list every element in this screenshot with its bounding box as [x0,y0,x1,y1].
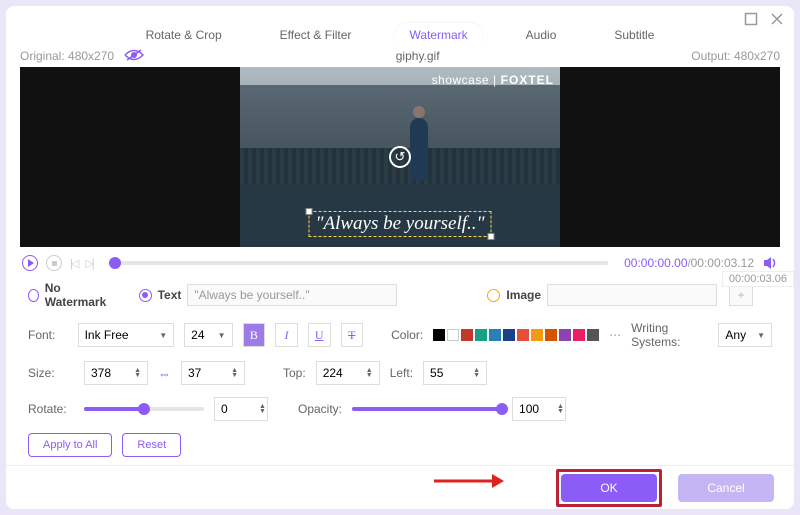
resolution-bar: Original: 480x270 giphy.gif Output: 480x… [6,47,794,65]
color-swatch[interactable] [433,329,445,341]
color-swatch[interactable] [461,329,473,341]
apply-to-all-button[interactable]: Apply to All [28,433,112,457]
tab-rotate-crop[interactable]: Rotate & Crop [132,23,236,47]
color-label: Color: [391,328,423,342]
color-swatches [433,329,599,341]
italic-button[interactable]: I [275,323,298,347]
volume-icon[interactable] [762,255,778,271]
opacity-value-input[interactable]: ▲▼ [512,397,566,421]
bold-button[interactable]: B [243,323,266,347]
writing-systems-select[interactable]: Any▼ [718,323,772,347]
top-label: Top: [283,366,306,380]
color-swatch[interactable] [531,329,543,341]
radio-no-watermark-label: No Watermark [45,281,109,309]
ok-button[interactable]: OK [561,474,657,502]
color-swatch[interactable] [447,329,459,341]
color-swatch[interactable] [559,329,571,341]
width-input[interactable]: ▲▼ [84,361,148,385]
tab-watermark[interactable]: Watermark [395,23,481,47]
broadcast-badge: showcase|FOXTEL [432,73,554,87]
writing-systems-label: Writing Systems: [631,321,708,349]
dialog-footer: OK Cancel [6,465,794,509]
playback-bar: |◁ ▷| 00:00:00.00/00:00:03.12 [6,253,794,273]
font-family-select[interactable]: Ink Free▼ [78,323,175,347]
video-preview[interactable]: showcase|FOXTEL ↺ "Always be yourself.." [240,67,560,247]
watermark-text-input[interactable] [187,284,397,306]
size-label: Size: [28,366,74,380]
reset-button[interactable]: Reset [122,433,181,457]
rotate-value-input[interactable]: ▲▼ [214,397,268,421]
add-image-button[interactable]: + [729,284,753,306]
preview-area: showcase|FOXTEL ↺ "Always be yourself.." [20,67,780,247]
opacity-slider[interactable] [352,407,502,411]
watermark-image-input[interactable] [547,284,717,306]
font-size-select[interactable]: 24▼ [184,323,232,347]
prev-frame-button[interactable]: |◁ [70,257,77,270]
underline-button[interactable]: U [308,323,331,347]
color-swatch[interactable] [545,329,557,341]
color-swatch[interactable] [573,329,585,341]
stop-button[interactable] [46,255,62,271]
tab-bar: Rotate & Crop Effect & Filter Watermark … [6,23,794,47]
refresh-icon[interactable]: ↺ [389,146,411,168]
tab-audio[interactable]: Audio [512,23,571,47]
annotation-highlight: OK [556,469,662,507]
strike-button[interactable]: T [341,323,364,347]
watermark-overlay[interactable]: "Always be yourself.." [309,211,492,237]
original-res-label: Original: 480x270 [20,49,114,63]
tab-effect-filter[interactable]: Effect & Filter [266,23,366,47]
radio-text[interactable] [139,289,152,302]
rotate-label: Rotate: [28,402,74,416]
editor-window: Rotate & Crop Effect & Filter Watermark … [6,6,794,509]
filename: giphy.gif [144,49,691,63]
left-input[interactable]: ▲▼ [423,361,487,385]
next-frame-button[interactable]: ▷| [85,257,92,270]
radio-no-watermark[interactable] [28,289,39,302]
height-input[interactable]: ▲▼ [181,361,245,385]
color-swatch[interactable] [587,329,599,341]
top-input[interactable]: ▲▼ [316,361,380,385]
annotation-arrow-icon [434,471,504,491]
link-aspect-icon[interactable]: ⇔ [158,366,171,381]
tab-subtitle[interactable]: Subtitle [600,23,668,47]
output-res-label: Output: 480x270 [691,49,780,63]
color-swatch[interactable] [503,329,515,341]
timeline-slider[interactable] [109,261,608,265]
radio-image[interactable] [487,289,500,302]
font-label: Font: [28,328,68,342]
color-swatch[interactable] [489,329,501,341]
cancel-button[interactable]: Cancel [678,474,774,502]
radio-text-label: Text [158,288,182,302]
color-swatch[interactable] [517,329,529,341]
radio-image-label: Image [506,288,541,302]
timecode: 00:00:00.00/00:00:03.12 [624,256,754,270]
more-colors-icon[interactable]: ⋯ [609,328,621,342]
watermark-form: 00:00:03.06 No Watermark Text Image + Fo… [6,273,794,465]
duration-readout: 00:00:03.06 [722,271,794,287]
color-swatch[interactable] [475,329,487,341]
rotate-slider[interactable] [84,407,204,411]
play-button[interactable] [22,255,38,271]
left-label: Left: [390,366,413,380]
opacity-label: Opacity: [298,402,342,416]
eye-icon[interactable] [124,48,144,65]
